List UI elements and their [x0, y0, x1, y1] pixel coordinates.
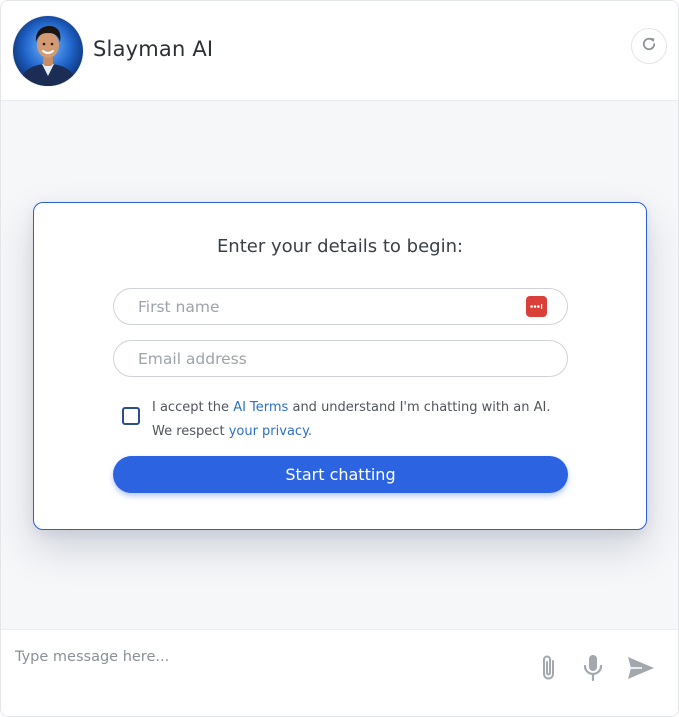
form-title: Enter your details to begin: — [216, 236, 464, 257]
first-name-input[interactable] — [113, 288, 568, 325]
consent-text: I accept the AI Terms and understand I'm… — [152, 396, 582, 443]
privacy-prefix: We respect — [152, 423, 229, 439]
password-manager-icon[interactable] — [526, 296, 547, 317]
start-chatting-button[interactable]: Start chatting — [113, 456, 568, 493]
bot-avatar — [13, 16, 83, 86]
refresh-button[interactable] — [631, 28, 667, 64]
microphone-icon — [581, 653, 605, 687]
refresh-icon — [640, 35, 658, 57]
bot-name: Slayman AI — [93, 37, 214, 61]
message-composer — [1, 629, 678, 716]
send-button[interactable] — [625, 654, 657, 686]
email-input[interactable] — [113, 340, 568, 377]
privacy-link[interactable]: your privacy. — [229, 424, 312, 439]
attach-button[interactable] — [533, 654, 565, 686]
paperclip-icon — [538, 653, 560, 687]
consent-checkbox[interactable] — [122, 407, 140, 425]
message-input[interactable] — [15, 642, 515, 672]
details-form-card: Enter your details to begin: I accept th… — [33, 202, 647, 530]
send-icon — [626, 655, 656, 685]
voice-input-button[interactable] — [577, 654, 609, 686]
chat-header: Slayman AI — [1, 1, 678, 101]
terms-prefix: I accept the — [152, 400, 234, 415]
ai-terms-link[interactable]: AI Terms — [233, 400, 288, 415]
chat-widget: Slayman AI Enter your details to begin: — [0, 0, 679, 717]
terms-middle: and understand I'm chatting with an AI. — [288, 400, 551, 415]
